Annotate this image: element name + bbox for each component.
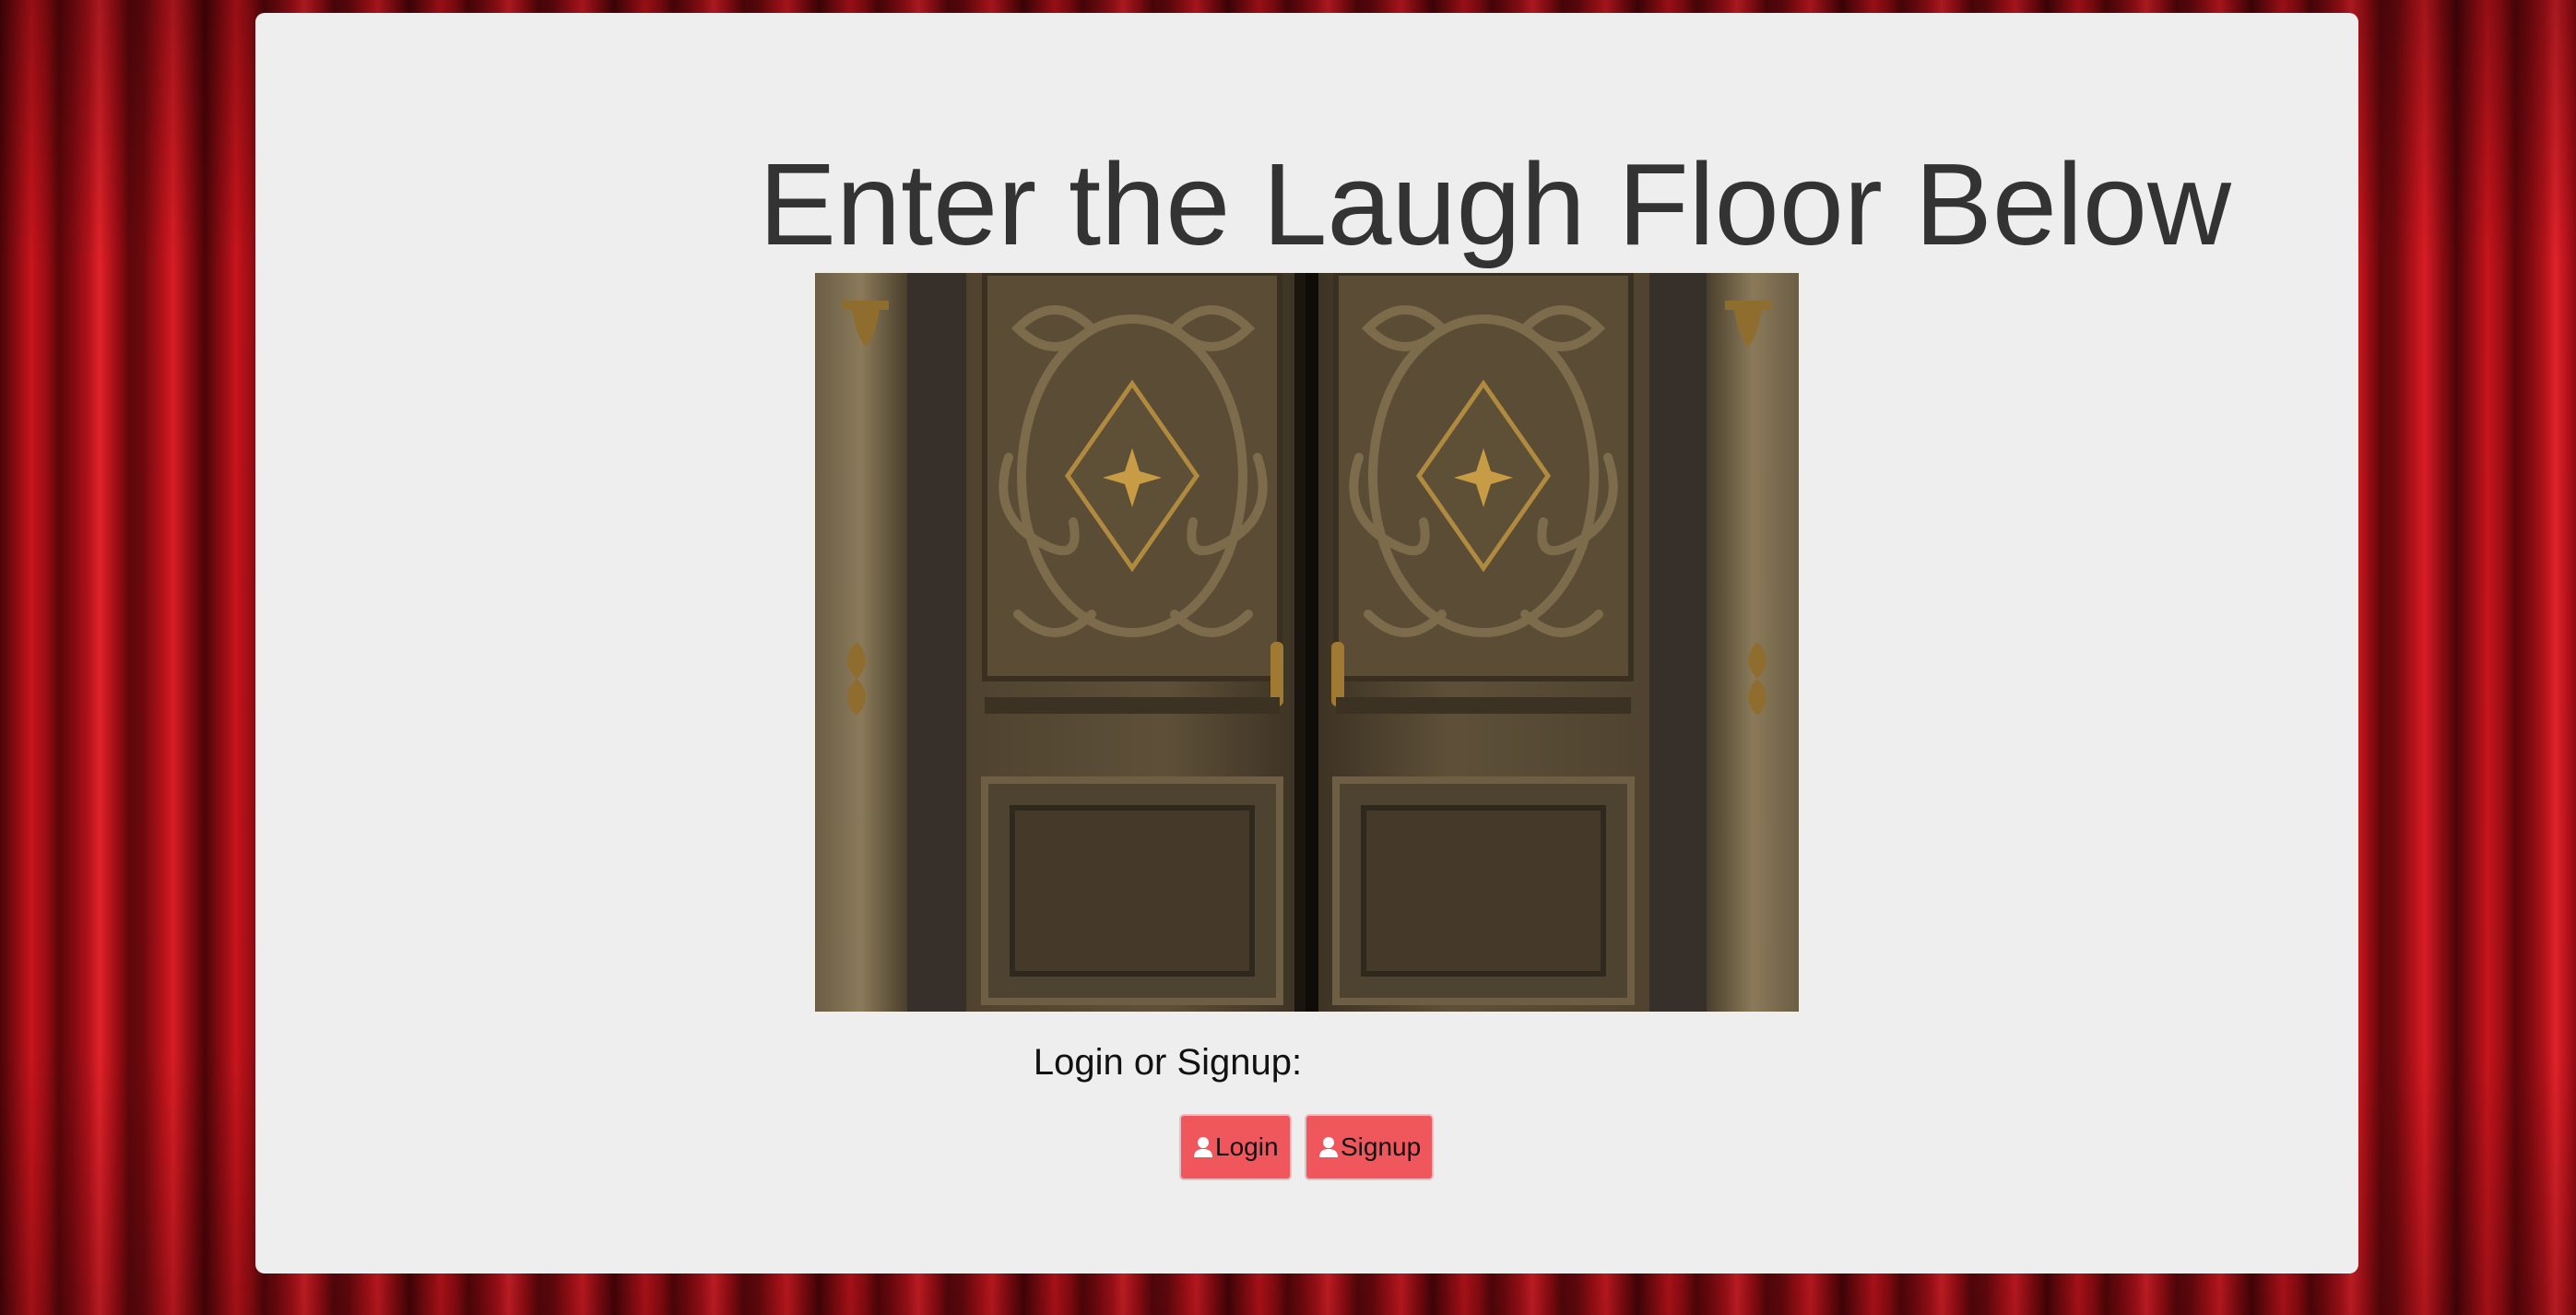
login-prompt: Login or Signup: xyxy=(255,1038,2358,1086)
page-title: Enter the Laugh Floor Below xyxy=(759,139,2231,269)
login-button[interactable]: Login xyxy=(1179,1114,1292,1180)
user-icon xyxy=(1194,1137,1212,1157)
signup-button[interactable]: Signup xyxy=(1305,1114,1434,1180)
user-icon xyxy=(1319,1137,1338,1157)
signup-button-label: Signup xyxy=(1341,1132,1422,1161)
login-button-label: Login xyxy=(1215,1132,1279,1161)
login-prompt-text: Login or Signup: xyxy=(1033,1042,1303,1083)
main-panel: Enter the Laugh Floor Below Login or Sig… xyxy=(255,13,2358,1274)
door-image xyxy=(815,273,1799,1012)
